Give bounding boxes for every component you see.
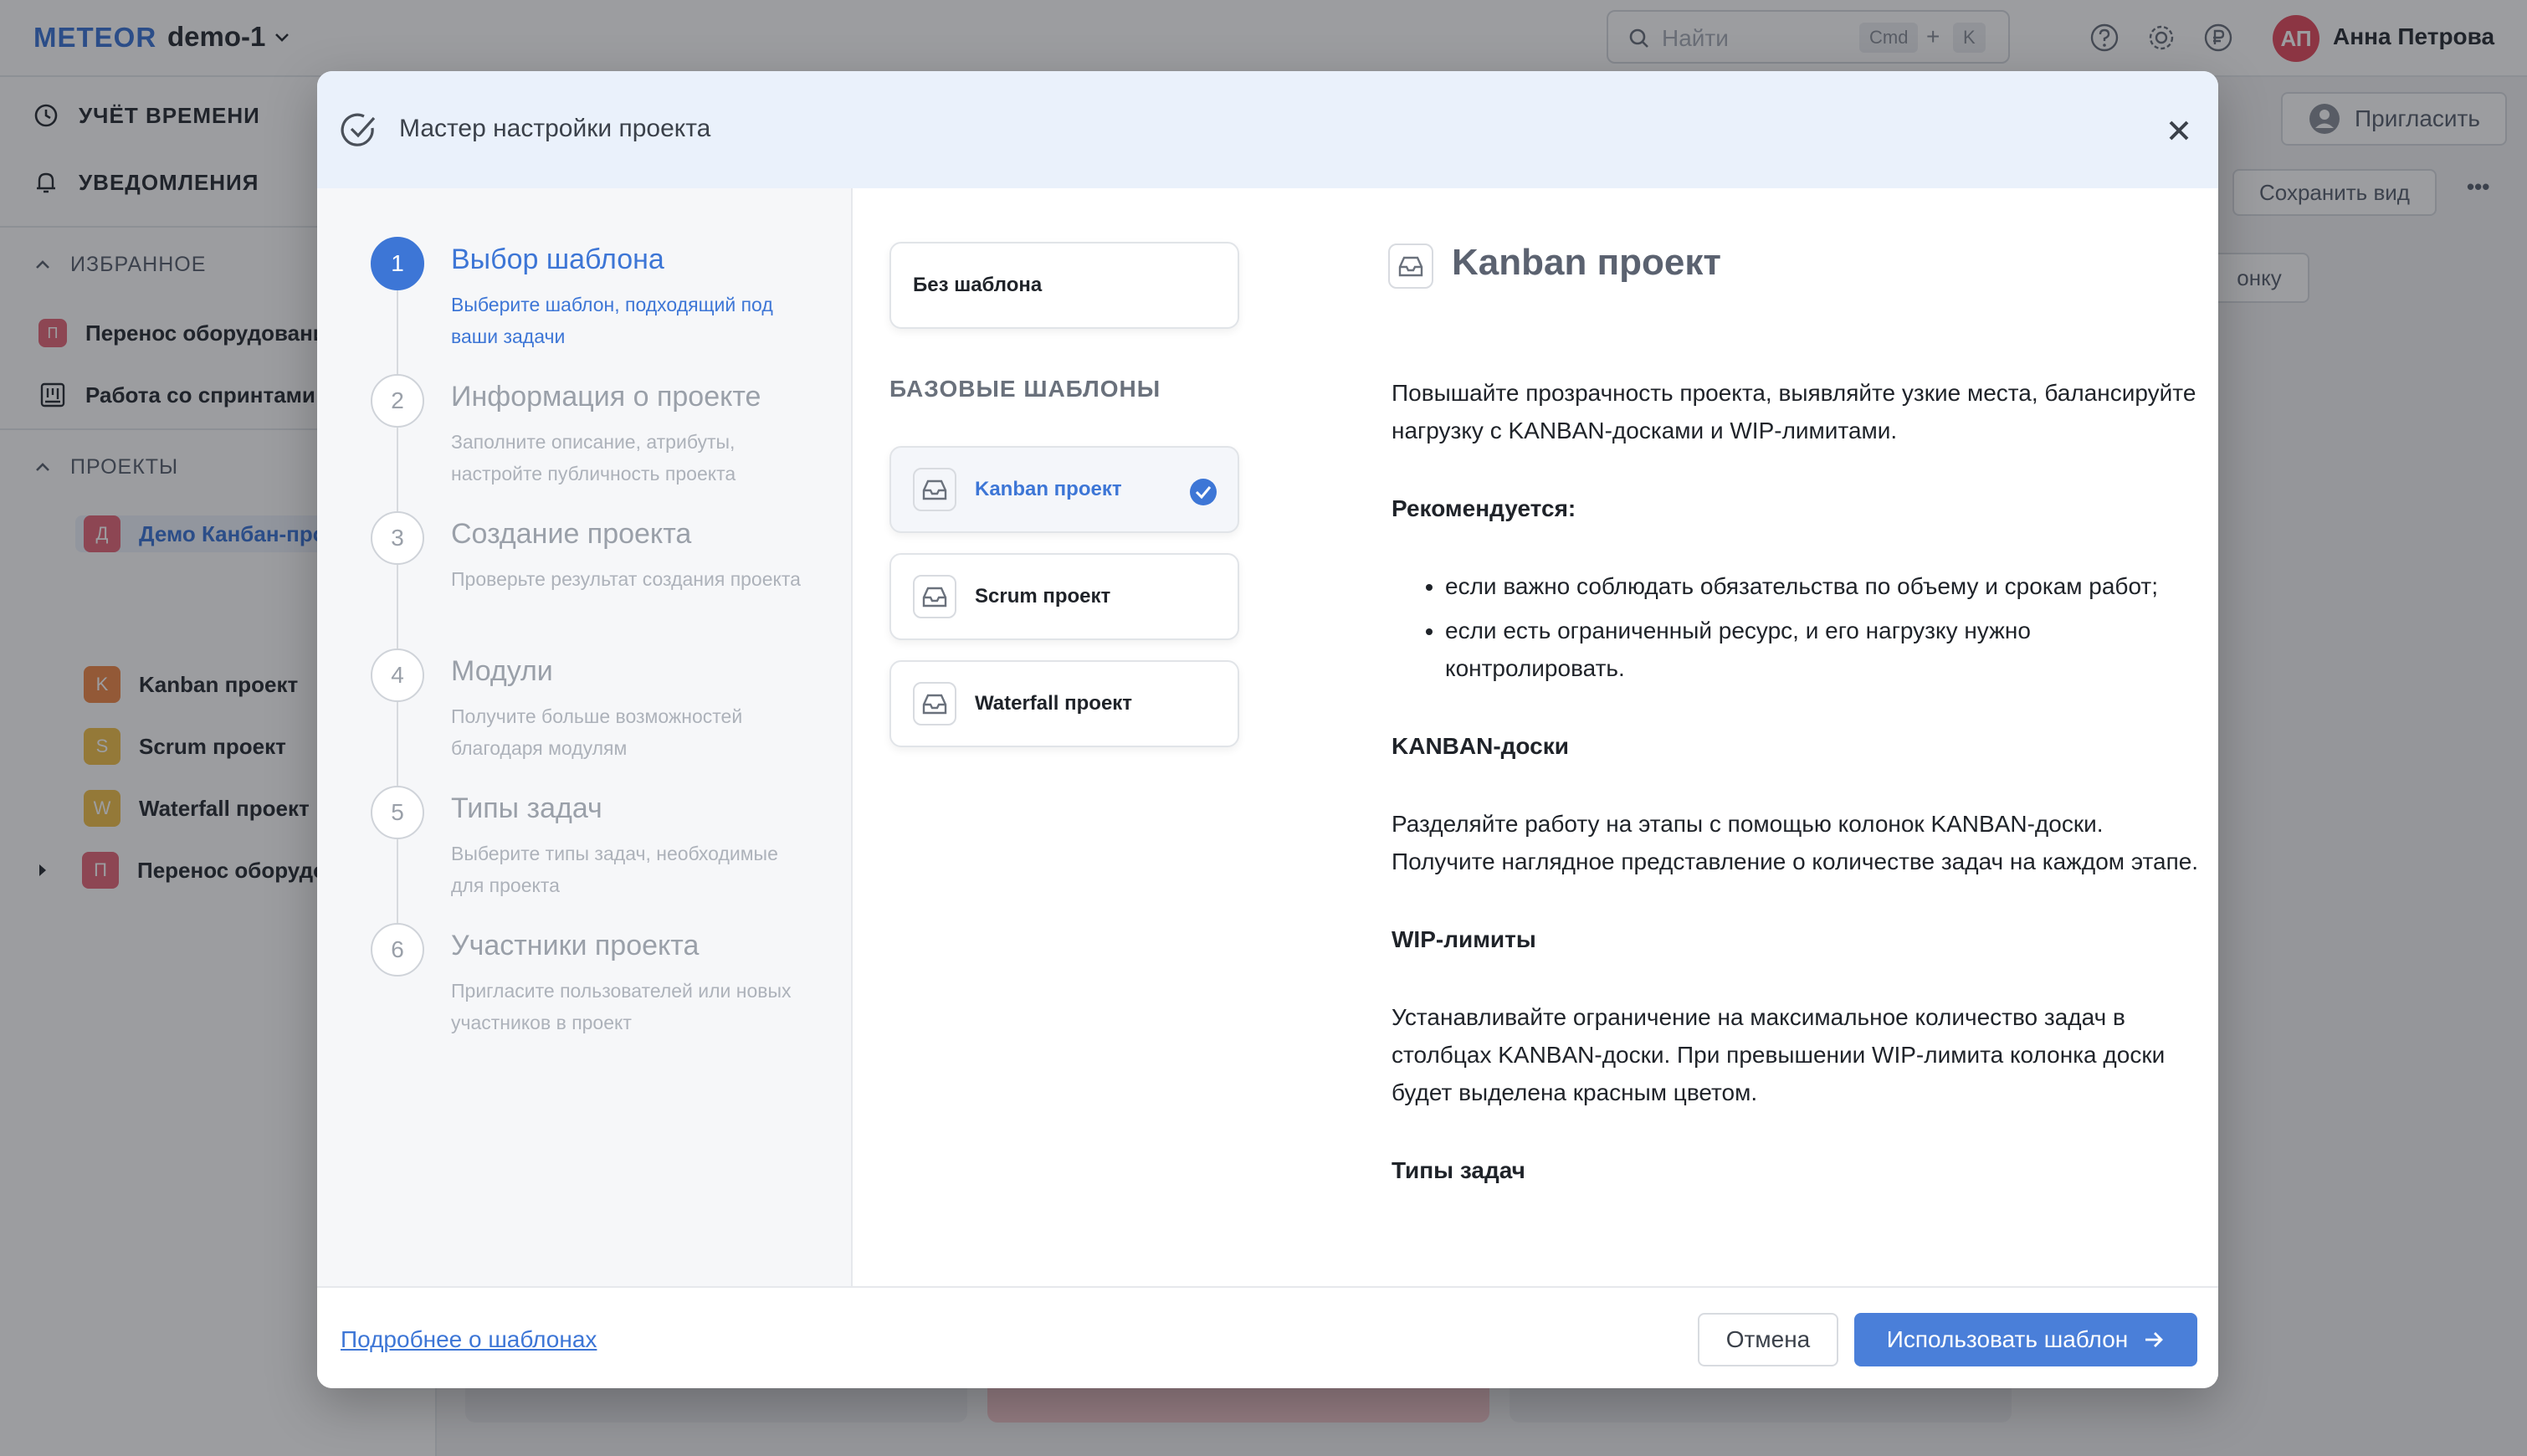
- step-number: 3: [371, 511, 424, 565]
- template-card-scrum[interactable]: Scrum проект: [889, 553, 1239, 640]
- wizard-steps: 1 Выбор шаблона Выберите шаблон, подходя…: [317, 188, 853, 1358]
- step-title: Информация о проекте: [451, 381, 761, 413]
- inbox-icon: [913, 468, 956, 511]
- detail-heading: KANBAN-доски: [1392, 733, 1569, 759]
- step-description: Выберите типы задач, необходимые для про…: [451, 843, 778, 896]
- step-number: 2: [371, 374, 424, 428]
- close-icon[interactable]: [2161, 113, 2196, 148]
- recommend-item: если важно соблюдать обязательства по об…: [1445, 567, 2212, 605]
- template-detail-title: Kanban проект: [1452, 242, 1721, 283]
- cancel-button[interactable]: Отмена: [1698, 1313, 1838, 1366]
- arrow-right-icon: [2145, 1332, 2164, 1347]
- recommend-item: если есть ограниченный ресурс, и его наг…: [1445, 612, 2212, 687]
- step-title: Выбор шаблона: [451, 244, 664, 275]
- step-number: 4: [371, 649, 424, 702]
- step-description: Получите больше возможностей благодаря м…: [451, 705, 743, 759]
- detail-heading: Рекомендуется:: [1392, 495, 1576, 521]
- step-connector: [397, 565, 398, 649]
- template-label: Kanban проект: [975, 478, 1122, 500]
- use-template-button[interactable]: Использовать шаблон: [1854, 1313, 2197, 1366]
- project-setup-wizard: Мастер настройки проекта 1 Выбор шаблона…: [317, 71, 2218, 1388]
- template-detail[interactable]: Kanban проект Повышайте прозрачность про…: [1305, 188, 2218, 1358]
- templates-info-link[interactable]: Подробнее о шаблонах: [341, 1326, 597, 1353]
- step-connector: [397, 839, 398, 923]
- template-label: Waterfall проект: [975, 692, 1133, 715]
- step-connector: [397, 290, 398, 374]
- modal-title: Мастер настройки проекта: [399, 115, 711, 142]
- step-number: 5: [371, 786, 424, 839]
- step-description: Проверьте результат создания проекта: [451, 568, 801, 590]
- step-title: Участники проекта: [451, 930, 700, 961]
- modal-footer: Подробнее о шаблонах Отмена Использовать…: [317, 1286, 2218, 1388]
- detail-paragraph: Разделяйте работу на этапы с помощью кол…: [1392, 811, 2199, 874]
- detail-paragraph: Устанавливайте ограничение на максимальн…: [1392, 1004, 2166, 1105]
- template-label: Без шаблона: [913, 274, 1043, 296]
- template-card-waterfall[interactable]: Waterfall проект: [889, 660, 1239, 747]
- use-template-label: Использовать шаблон: [1886, 1326, 2129, 1352]
- step-number: 1: [371, 237, 424, 290]
- inbox-icon: [1388, 244, 1433, 289]
- template-card-kanban[interactable]: Kanban проект: [889, 446, 1239, 533]
- detail-intro: Повышайте прозрачность проекта, выявляйт…: [1392, 380, 2196, 443]
- step-title: Создание проекта: [451, 518, 692, 550]
- step-title: Модули: [451, 655, 553, 687]
- template-list: Без шаблона БАЗОВЫЕ ШАБЛОНЫ Kanban проек…: [853, 188, 1305, 1358]
- check-circle-icon: [341, 113, 376, 146]
- step-connector: [397, 702, 398, 786]
- template-card-none[interactable]: Без шаблона: [889, 242, 1239, 329]
- recommend-list: если важно соблюдать обязательства по об…: [1445, 567, 2212, 687]
- check-circle-icon: [1190, 479, 1217, 505]
- step-title: Типы задач: [451, 792, 602, 824]
- step-number: 6: [371, 923, 424, 977]
- template-label: Scrum проект: [975, 585, 1111, 608]
- modal-header: Мастер настройки проекта: [317, 71, 2218, 188]
- template-section-title: БАЗОВЫЕ ШАБЛОНЫ: [889, 376, 1161, 402]
- inbox-icon: [913, 575, 956, 618]
- detail-heading: WIP-лимиты: [1392, 926, 1536, 952]
- step-connector: [397, 428, 398, 511]
- step-description: Пригласите пользователей или новых участ…: [451, 980, 792, 1033]
- template-detail-body: Повышайте прозрачность проекта, выявляйт…: [1392, 374, 2212, 1229]
- detail-heading: Типы задач: [1392, 1157, 1525, 1183]
- inbox-icon: [913, 682, 956, 725]
- step-description: Выберите шаблон, подходящий под ваши зад…: [451, 294, 773, 347]
- step-description: Заполните описание, атрибуты, настройте …: [451, 431, 736, 484]
